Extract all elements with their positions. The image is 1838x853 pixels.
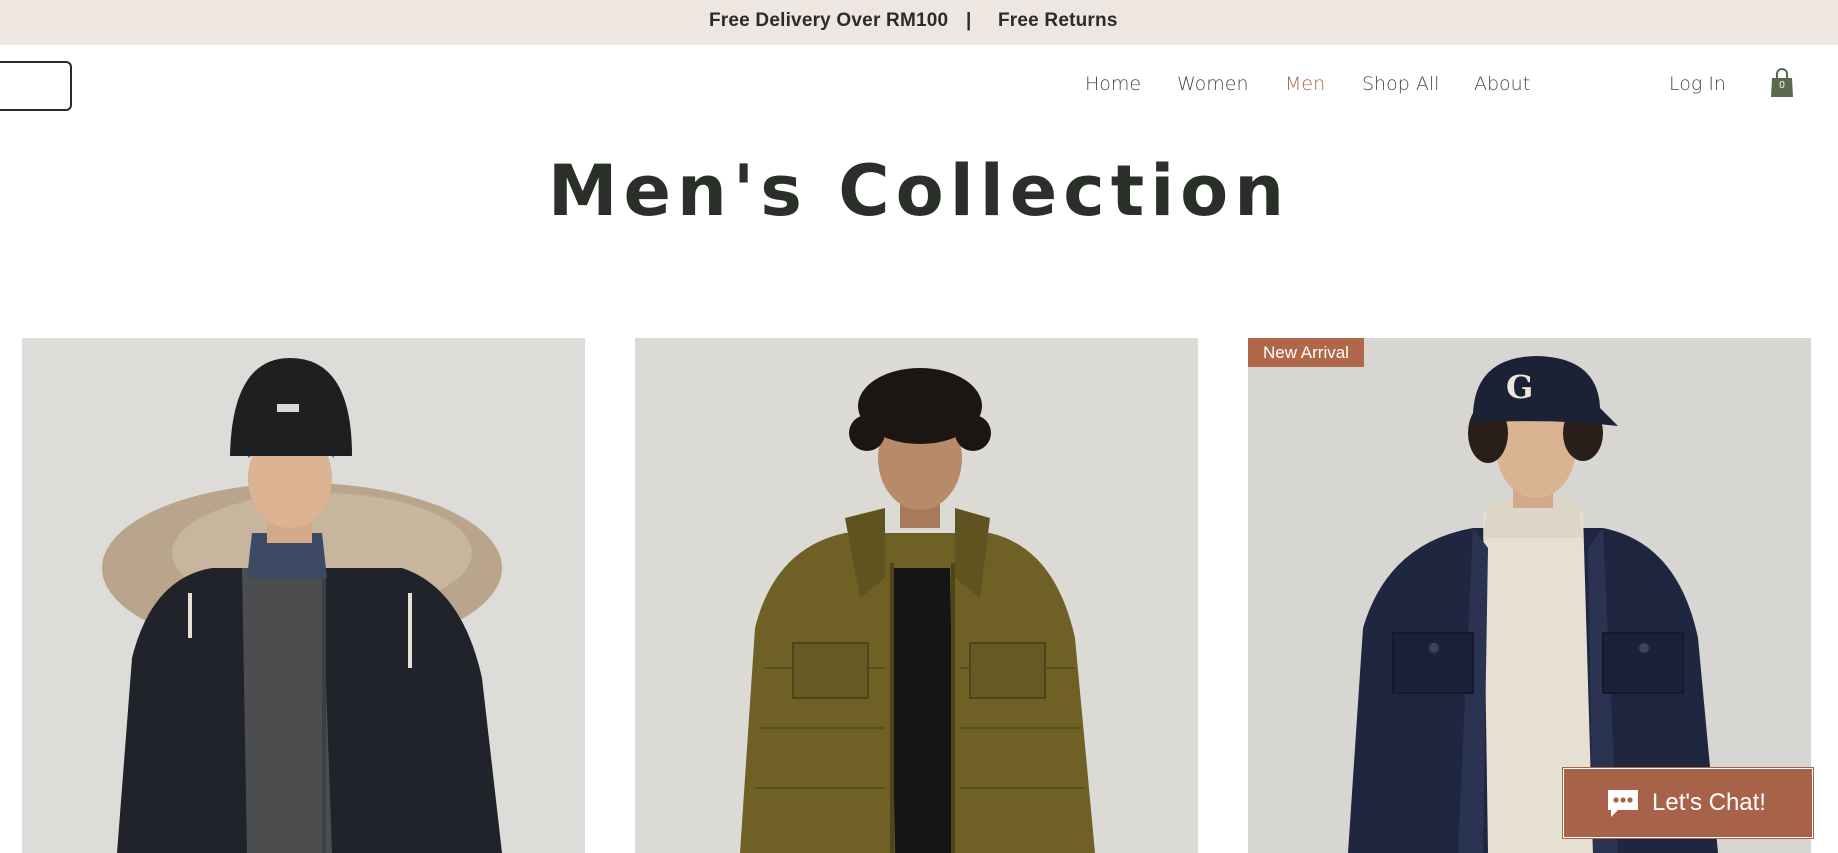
login-link[interactable]: Log In: [1669, 73, 1726, 95]
product-card[interactable]: [635, 338, 1198, 853]
product-image-puffer: [740, 368, 1095, 853]
logo[interactable]: [0, 61, 72, 111]
cart-count: 0: [1779, 80, 1785, 91]
cart-button[interactable]: 0: [1770, 67, 1794, 99]
nav-item-shop-all[interactable]: Shop All: [1362, 73, 1439, 95]
site-header: Home Women Men Shop All About Log In 0: [0, 45, 1838, 130]
nav-item-home[interactable]: Home: [1085, 73, 1141, 95]
product-image-parka: [102, 358, 502, 853]
page-title: Men's Collection: [547, 150, 1291, 232]
free-delivery-text: Free Delivery Over RM100: [709, 10, 949, 31]
announcement-separator: |: [966, 10, 972, 31]
nav-item-women[interactable]: Women: [1177, 73, 1249, 95]
new-arrival-badge: New Arrival: [1248, 338, 1364, 367]
chat-widget-button[interactable]: Let's Chat!: [1563, 768, 1813, 838]
chat-label: Let's Chat!: [1652, 789, 1766, 816]
svg-text:G: G: [1506, 368, 1533, 406]
product-card[interactable]: [22, 338, 585, 853]
free-returns-text: Free Returns: [998, 10, 1118, 31]
nav-item-men[interactable]: Men: [1285, 73, 1325, 95]
announcement-bar: Free Delivery Over RM100 | Free Returns: [0, 0, 1838, 45]
chat-bubble-icon: [1608, 790, 1638, 817]
nav-item-about[interactable]: About: [1474, 73, 1530, 95]
